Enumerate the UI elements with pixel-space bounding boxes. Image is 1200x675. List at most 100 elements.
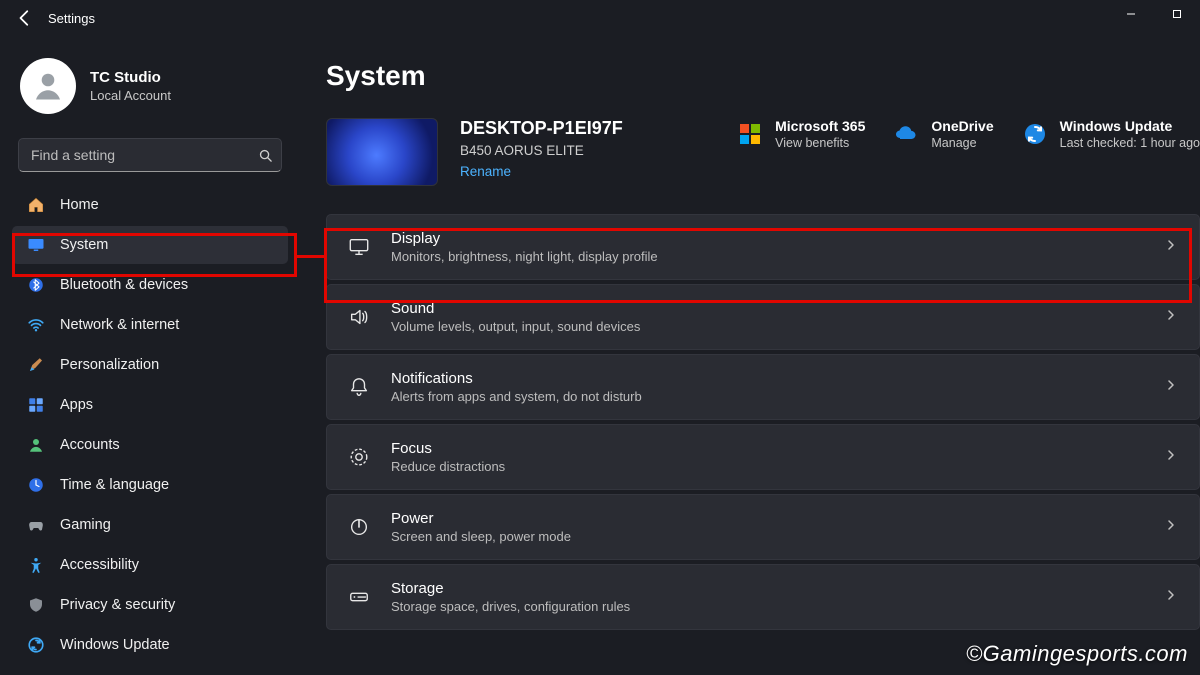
sidebar-item-gaming[interactable]: Gaming [12, 506, 288, 544]
promo-m365[interactable]: Microsoft 365 View benefits [737, 118, 865, 150]
chevron-right-icon [1165, 588, 1177, 606]
update-icon [26, 635, 46, 655]
card-display[interactable]: Display Monitors, brightness, night light… [326, 214, 1200, 280]
promo-title: Microsoft 365 [775, 118, 865, 134]
bluetooth-icon [26, 275, 46, 295]
shield-icon [26, 595, 46, 615]
window-title: Settings [48, 11, 95, 26]
search-field[interactable] [18, 138, 282, 172]
card-sub: Monitors, brightness, night light, displ… [391, 249, 658, 264]
titlebar: Settings [16, 9, 95, 27]
promo-title: OneDrive [931, 118, 993, 134]
chevron-right-icon [1165, 308, 1177, 326]
microsoft-365-icon [737, 121, 763, 147]
sidebar-item-time-language[interactable]: Time & language [12, 466, 288, 504]
card-title: Power [391, 510, 571, 527]
back-button[interactable] [16, 9, 34, 27]
onedrive-icon [893, 121, 919, 147]
minimize-button[interactable] [1108, 0, 1154, 28]
promo-windows-update[interactable]: Windows Update Last checked: 1 hour ago [1022, 118, 1200, 150]
card-power[interactable]: Power Screen and sleep, power mode [326, 494, 1200, 560]
card-title: Notifications [391, 370, 642, 387]
sidebar-item-network[interactable]: Network & internet [12, 306, 288, 344]
device-model: B450 AORUS ELITE [460, 143, 623, 158]
focus-icon [347, 445, 371, 469]
sidebar-item-label: Windows Update [60, 637, 170, 653]
window-controls [1108, 0, 1200, 28]
gamepad-icon [26, 515, 46, 535]
person-icon [26, 435, 46, 455]
paintbrush-icon [26, 355, 46, 375]
sidebar-item-label: Privacy & security [60, 597, 175, 613]
promo-title: Windows Update [1060, 118, 1200, 134]
promo-sub: Last checked: 1 hour ago [1060, 136, 1200, 150]
sidebar-item-accounts[interactable]: Accounts [12, 426, 288, 464]
sidebar-item-accessibility[interactable]: Accessibility [12, 546, 288, 584]
promo-sub: View benefits [775, 136, 865, 150]
settings-card-list: Display Monitors, brightness, night light… [326, 214, 1200, 630]
apps-icon [26, 395, 46, 415]
promo-onedrive[interactable]: OneDrive Manage [893, 118, 993, 150]
windows-update-icon [1022, 121, 1048, 147]
card-title: Display [391, 230, 658, 247]
sidebar-item-label: Time & language [60, 477, 169, 493]
card-sub: Volume levels, output, input, sound devi… [391, 319, 640, 334]
card-sub: Storage space, drives, configuration rul… [391, 599, 630, 614]
card-notifications[interactable]: Notifications Alerts from apps and system… [326, 354, 1200, 420]
sound-icon [347, 305, 371, 329]
accessibility-icon [26, 555, 46, 575]
sidebar: TC Studio Local Account Home System Blue… [0, 40, 300, 675]
page-title: System [326, 60, 1200, 92]
display-icon [347, 235, 371, 259]
storage-icon [347, 585, 371, 609]
sidebar-item-label: Bluetooth & devices [60, 277, 188, 293]
promo-row: Microsoft 365 View benefits OneDrive Manag… [737, 118, 1200, 150]
sidebar-item-bluetooth[interactable]: Bluetooth & devices [12, 266, 288, 304]
sidebar-item-personalization[interactable]: Personalization [12, 346, 288, 384]
card-sub: Screen and sleep, power mode [391, 529, 571, 544]
home-icon [26, 195, 46, 215]
card-sound[interactable]: Sound Volume levels, output, input, sound… [326, 284, 1200, 350]
sidebar-item-home[interactable]: Home [12, 186, 288, 224]
annotation-highlight-connector [297, 255, 324, 258]
bell-icon [347, 375, 371, 399]
card-title: Sound [391, 300, 640, 317]
sidebar-item-label: Personalization [60, 357, 159, 373]
power-icon [347, 515, 371, 539]
maximize-button[interactable] [1154, 0, 1200, 28]
sidebar-item-label: System [60, 237, 108, 253]
profile-subtitle: Local Account [90, 88, 171, 103]
chevron-right-icon [1165, 378, 1177, 396]
search-icon [249, 148, 281, 163]
main-panel: System DESKTOP-P1EI97F B450 AORUS ELITE … [300, 40, 1200, 675]
wifi-icon [26, 315, 46, 335]
card-focus[interactable]: Focus Reduce distractions [326, 424, 1200, 490]
system-icon [26, 235, 46, 255]
profile-block[interactable]: TC Studio Local Account [8, 50, 292, 132]
card-sub: Reduce distractions [391, 459, 505, 474]
promo-sub: Manage [931, 136, 993, 150]
sidebar-item-label: Apps [60, 397, 93, 413]
sidebar-item-privacy[interactable]: Privacy & security [12, 586, 288, 624]
chevron-right-icon [1165, 238, 1177, 256]
device-name: DESKTOP-P1EI97F [460, 118, 623, 139]
sidebar-item-label: Home [60, 197, 99, 213]
device-thumbnail [326, 118, 438, 186]
sidebar-item-windows-update[interactable]: Windows Update [12, 626, 288, 664]
nav-list: Home System Bluetooth & devices Network … [8, 186, 292, 664]
sidebar-item-system[interactable]: System [12, 226, 288, 264]
rename-link[interactable]: Rename [460, 164, 511, 179]
card-storage[interactable]: StorageStorage space, drives, configurat… [326, 564, 1200, 630]
chevron-right-icon [1165, 448, 1177, 466]
watermark-text: ©Gamingesports.com [966, 641, 1188, 667]
card-sub: Alerts from apps and system, do not dist… [391, 389, 642, 404]
search-input[interactable] [19, 147, 249, 163]
sidebar-item-label: Network & internet [60, 317, 179, 333]
sidebar-item-label: Accessibility [60, 557, 139, 573]
avatar [20, 58, 76, 114]
device-row: DESKTOP-P1EI97F B450 AORUS ELITE Rename … [326, 118, 1200, 186]
sidebar-item-apps[interactable]: Apps [12, 386, 288, 424]
card-title: Focus [391, 440, 505, 457]
sidebar-item-label: Gaming [60, 517, 111, 533]
sidebar-item-label: Accounts [60, 437, 120, 453]
